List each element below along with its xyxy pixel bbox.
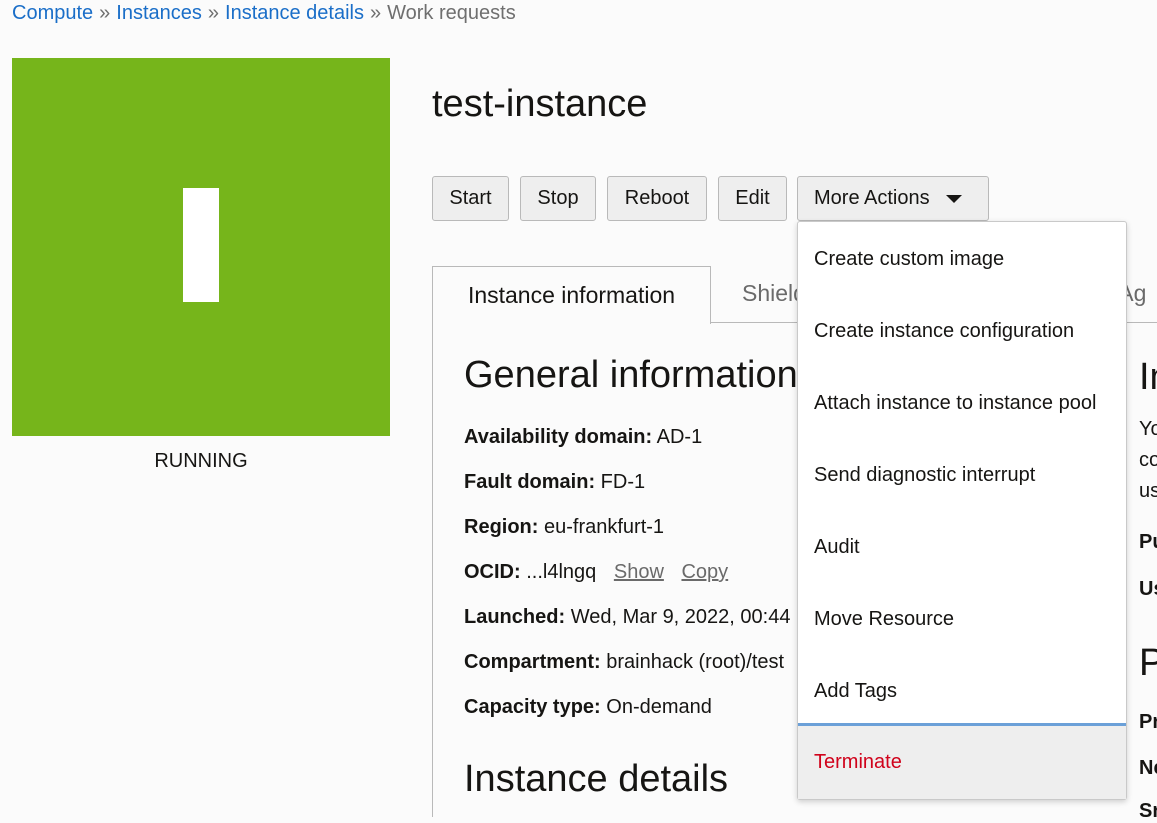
menu-item-create-instance-configuration[interactable]: Create instance configuration — [798, 295, 1126, 367]
right-column-heading: P — [1139, 642, 1157, 684]
menu-item-audit[interactable]: Audit — [798, 511, 1126, 583]
menu-item-terminate[interactable]: Terminate — [798, 723, 1126, 799]
tab-instance-information[interactable]: Instance information — [432, 266, 711, 324]
launched-value: Wed, Mar 9, 2022, 00:44 — [570, 606, 791, 628]
launched-row: Launched: Wed, Mar 9, 2022, 00:44 — [464, 606, 790, 629]
breadcrumb-separator: » — [370, 2, 382, 24]
fault-domain-label: Fault domain: — [464, 471, 596, 493]
right-column-text: co — [1139, 449, 1157, 471]
region-value: eu-frankfurt-1 — [544, 516, 665, 538]
tab-panel-border — [432, 323, 433, 817]
launched-label: Launched: — [464, 606, 566, 628]
breadcrumb: Compute» Instances» Instance details» Work … — [12, 1, 516, 25]
instance-details-heading: Instance details — [464, 758, 729, 800]
more-actions-button[interactable]: More Actions — [797, 176, 989, 221]
compartment-value: brainhack (root)/test — [606, 651, 785, 673]
right-column-text: Yo — [1139, 418, 1157, 440]
right-column-field-label: Pu — [1139, 531, 1157, 553]
fault-domain-row: Fault domain: FD-1 — [464, 471, 645, 494]
ocid-copy-link[interactable]: Copy — [681, 561, 728, 583]
right-column-field-label: Us — [1139, 578, 1157, 600]
availability-domain-label: Availability domain: — [464, 426, 653, 448]
stop-button[interactable]: Stop — [520, 176, 596, 221]
ocid-show-link[interactable]: Show — [614, 561, 664, 583]
compartment-row: Compartment: brainhack (root)/test — [464, 651, 784, 674]
availability-domain-row: Availability domain: AD-1 — [464, 426, 702, 449]
menu-item-send-diagnostic-interrupt[interactable]: Send diagnostic interrupt — [798, 439, 1126, 511]
compartment-label: Compartment: — [464, 651, 601, 673]
page-title: test-instance — [432, 83, 648, 125]
capacity-type-row: Capacity type: On-demand — [464, 696, 712, 719]
right-column-field-label: Ne — [1139, 757, 1157, 779]
menu-item-add-tags[interactable]: Add Tags — [798, 655, 1126, 727]
more-actions-menu: Create custom image Create instance conf… — [797, 221, 1127, 800]
breadcrumb-separator: » — [207, 2, 220, 24]
right-column-text: us — [1139, 480, 1157, 502]
instance-status-tile — [12, 58, 390, 436]
capacity-type-label: Capacity type: — [464, 696, 601, 718]
instance-status-label: RUNNING — [154, 450, 248, 472]
menu-item-move-resource[interactable]: Move Resource — [798, 583, 1126, 655]
caret-down-icon — [945, 194, 962, 203]
instance-status-glyph-icon — [183, 188, 219, 302]
breadcrumb-instance-details-link[interactable]: Instance details — [225, 2, 364, 24]
breadcrumb-separator: » — [99, 2, 111, 24]
breadcrumb-current: Work requests — [387, 2, 516, 24]
ocid-label: OCID: — [464, 561, 521, 583]
menu-item-attach-instance-to-pool[interactable]: Attach instance to instance pool — [798, 367, 1126, 439]
availability-domain-value: AD-1 — [656, 426, 703, 448]
ocid-value: ...l4lngq — [526, 561, 597, 583]
breadcrumb-compute-link[interactable]: Compute — [12, 2, 93, 24]
region-row: Region: eu-frankfurt-1 — [464, 516, 664, 539]
capacity-type-value: On-demand — [606, 696, 712, 718]
right-column-heading: In — [1139, 356, 1157, 398]
start-button[interactable]: Start — [432, 176, 509, 221]
reboot-button[interactable]: Reboot — [607, 176, 707, 221]
breadcrumb-instances-link[interactable]: Instances — [116, 2, 202, 24]
fault-domain-value: FD-1 — [600, 471, 646, 493]
edit-button[interactable]: Edit — [718, 176, 787, 221]
ocid-row: OCID: ...l4lngq Show Copy — [464, 561, 728, 584]
general-information-heading: General information — [464, 354, 798, 396]
right-column-field-label: Sr — [1139, 800, 1157, 822]
more-actions-label: More Actions — [814, 187, 930, 209]
region-label: Region: — [464, 516, 539, 538]
menu-item-create-custom-image[interactable]: Create custom image — [798, 223, 1126, 295]
right-column-field-label: Pr — [1139, 711, 1157, 733]
